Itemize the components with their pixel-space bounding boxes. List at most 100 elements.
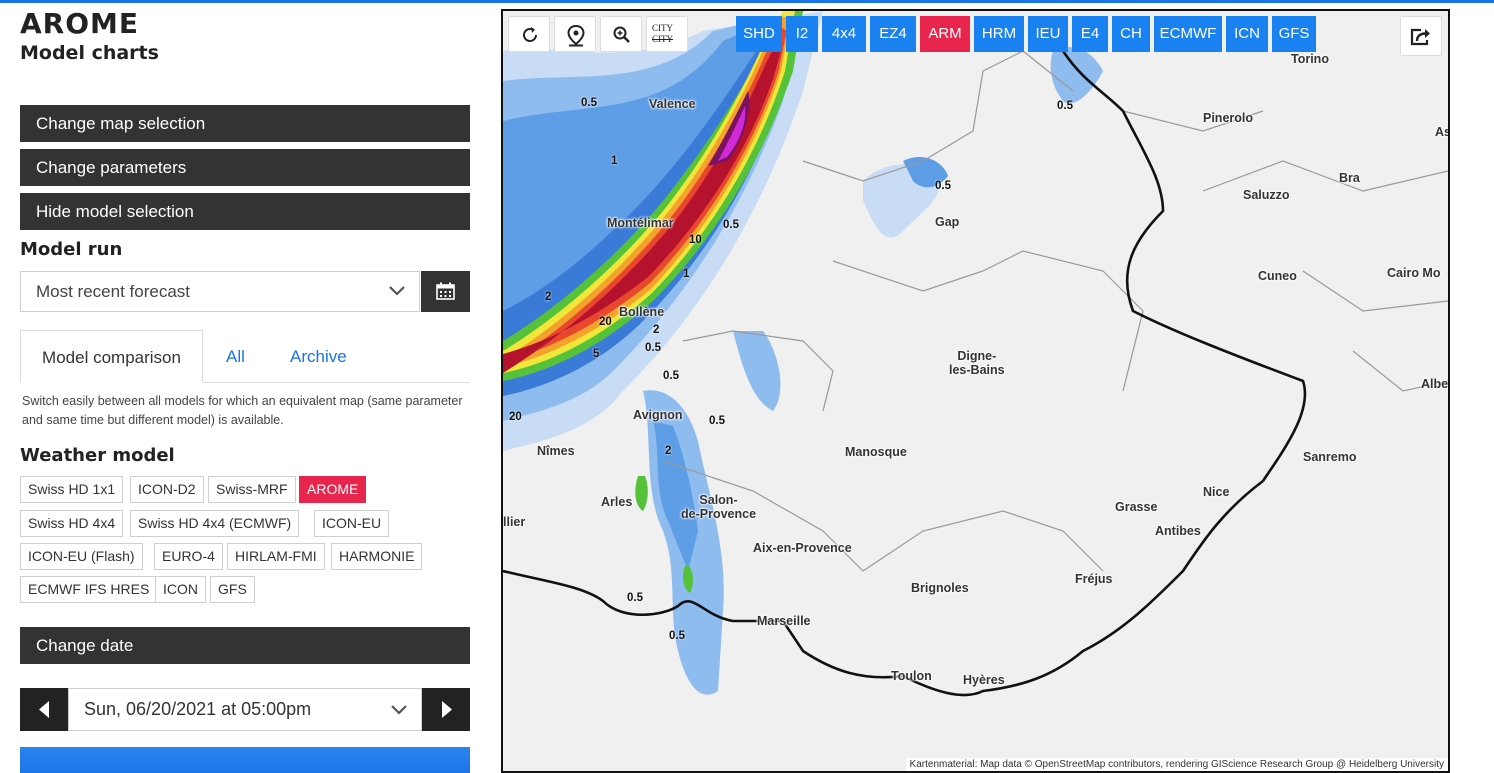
date-navigation: Sun, 06/20/2021 at 05:00pm	[20, 688, 470, 731]
city-label-cuneo: Cuneo	[1258, 269, 1297, 283]
change-map-selection-button[interactable]: Change map selection	[20, 105, 470, 142]
map-marker-icon	[567, 25, 585, 47]
model-chip-hirlam-fmi[interactable]: HIRLAM-FMI	[227, 543, 325, 570]
map-model-hrm[interactable]: HRM	[974, 16, 1024, 52]
city-label-cairo: Cairo Mo	[1387, 266, 1441, 280]
previous-date-button[interactable]	[20, 688, 68, 731]
comparison-description: Switch easily between all models for whi…	[22, 394, 463, 427]
model-chip-swiss-hd-1x1[interactable]: Swiss HD 1x1	[20, 476, 124, 503]
model-tabs: Model comparison All Archive	[20, 330, 470, 383]
zoom-button[interactable]	[600, 16, 642, 52]
map-model-ieu[interactable]: IEU	[1028, 16, 1068, 52]
change-date-button[interactable]: Change date	[20, 627, 470, 664]
map-model-gfs[interactable]: GFS	[1272, 16, 1316, 52]
model-chip-icon-d2[interactable]: ICON-D2	[130, 476, 204, 503]
model-chip-swiss-mrf[interactable]: Swiss-MRF	[208, 476, 296, 503]
city-label-bollene: Bollène	[619, 305, 665, 319]
map-model-ecmwf[interactable]: ECMWF	[1154, 16, 1222, 52]
isoline-label: 5	[593, 348, 600, 360]
model-chip-icon-eu-flash[interactable]: ICON-EU (Flash)	[20, 543, 143, 570]
tab-model-comparison[interactable]: Model comparison	[20, 330, 203, 383]
isoline-label: 20	[509, 411, 522, 423]
isoline-label: 0.5	[669, 630, 685, 642]
city-label-gap: Gap	[935, 215, 960, 229]
model-chip-harmonie[interactable]: HARMONIE	[331, 543, 423, 570]
city-label-albenga: Alben	[1421, 377, 1449, 391]
city-label-pinerolo: Pinerolo	[1203, 111, 1254, 125]
city-label-nice: Nice	[1203, 485, 1230, 499]
page-header: AROME Model charts	[20, 8, 470, 66]
map-model-shd[interactable]: SHD	[736, 16, 782, 52]
city-label-digne: Digne-les-Bains	[949, 349, 1005, 377]
tab-archive[interactable]: Archive	[290, 330, 347, 383]
next-date-button[interactable]	[422, 688, 470, 731]
map-model-4x4[interactable]: 4x4	[822, 16, 866, 52]
isoline-label: 0.5	[1057, 100, 1073, 112]
city-label-montelimar: Montélimar	[607, 216, 674, 230]
isoline-label: 10	[689, 234, 702, 246]
city-label-valence: Valence	[649, 97, 696, 111]
hide-model-selection-button[interactable]: Hide model selection	[20, 193, 470, 230]
city-label-hyeres: Hyères	[963, 673, 1005, 687]
model-chip-icon-eu[interactable]: ICON-EU	[314, 510, 390, 537]
city-label-llier: llier	[503, 515, 526, 529]
forecast-map[interactable]: CITY CITY SHD I2 4x4 EZ4 ARM HRM IEU E4 …	[501, 9, 1450, 773]
city-label-torino: Torino	[1291, 52, 1329, 66]
model-chip-swiss-hd-4x4[interactable]: Swiss HD 4x4	[20, 510, 124, 537]
page-subtitle: Model charts	[20, 42, 159, 64]
calendar-button[interactable]	[421, 271, 470, 312]
city-toggle-top: CITY	[652, 23, 673, 33]
map-model-ez4[interactable]: EZ4	[870, 16, 916, 52]
date-value: Sun, 06/20/2021 at 05:00pm	[84, 699, 312, 719]
isoline-label: 2	[665, 445, 672, 457]
refresh-button[interactable]	[508, 16, 550, 52]
city-label-arles: Arles	[601, 495, 633, 509]
tab-all[interactable]: All	[226, 330, 245, 383]
isoline-label: 1	[611, 155, 618, 167]
top-accent-line	[0, 0, 1494, 3]
calendar-icon	[436, 282, 455, 300]
city-label-manosque: Manosque	[845, 445, 907, 459]
model-chip-icon[interactable]: ICON	[155, 576, 206, 603]
map-attribution: Kartenmaterial: Map data © OpenStreetMap…	[905, 758, 1448, 771]
city-label-bra: Bra	[1339, 171, 1360, 185]
isoline-label: 0.5	[581, 97, 597, 109]
city-label-nimes: Nîmes	[537, 444, 575, 458]
share-button[interactable]	[1400, 16, 1442, 56]
weather-model-heading: Weather model	[20, 445, 175, 466]
model-run-value: Most recent forecast	[36, 282, 191, 301]
isoline-label: 20	[599, 316, 612, 328]
map-model-icn[interactable]: ICN	[1226, 16, 1268, 52]
isoline-label: 1	[683, 268, 690, 280]
map-model-arm[interactable]: ARM	[920, 16, 970, 52]
page-title: AROME	[20, 7, 140, 40]
city-label-salon: Salon-de-Provence	[681, 493, 757, 521]
model-chip-euro-4[interactable]: EURO-4	[154, 543, 223, 570]
model-chip-arome[interactable]: AROME	[299, 476, 367, 503]
city-label-frejus: Fréjus	[1075, 572, 1113, 586]
share-icon	[1410, 28, 1430, 46]
caret-right-icon	[442, 701, 452, 718]
location-button[interactable]	[554, 16, 596, 52]
isoline-label: 2	[653, 324, 660, 336]
model-chip-gfs[interactable]: GFS	[210, 576, 255, 603]
change-parameters-button[interactable]: Change parameters	[20, 149, 470, 186]
zoom-in-icon	[613, 26, 630, 43]
city-label-saluzzo: Saluzzo	[1243, 188, 1290, 202]
city-label-avignon: Avignon	[633, 408, 683, 422]
precipitation-map-image	[503, 11, 1448, 771]
city-label-antibes: Antibes	[1155, 524, 1201, 538]
model-run-select[interactable]: Most recent forecast	[20, 271, 420, 312]
map-model-ch[interactable]: CH	[1112, 16, 1150, 52]
model-chip-ecmwf-ifs-hres[interactable]: ECMWF IFS HRES	[20, 576, 158, 603]
city-label-marseille: Marseille	[757, 614, 811, 628]
isoline-label: 0.5	[663, 370, 679, 382]
isoline-label: 0.5	[709, 415, 725, 427]
model-chip-swiss-hd-4x4-ecmwf[interactable]: Swiss HD 4x4 (ECMWF)	[130, 510, 300, 537]
city-label-as: As	[1435, 125, 1450, 139]
map-model-e4[interactable]: E4	[1072, 16, 1108, 52]
city-labels-toggle[interactable]: CITY CITY	[646, 16, 688, 52]
date-select[interactable]: Sun, 06/20/2021 at 05:00pm	[68, 688, 422, 731]
map-model-i2[interactable]: I2	[786, 16, 818, 52]
blue-action-bar[interactable]	[20, 747, 470, 773]
